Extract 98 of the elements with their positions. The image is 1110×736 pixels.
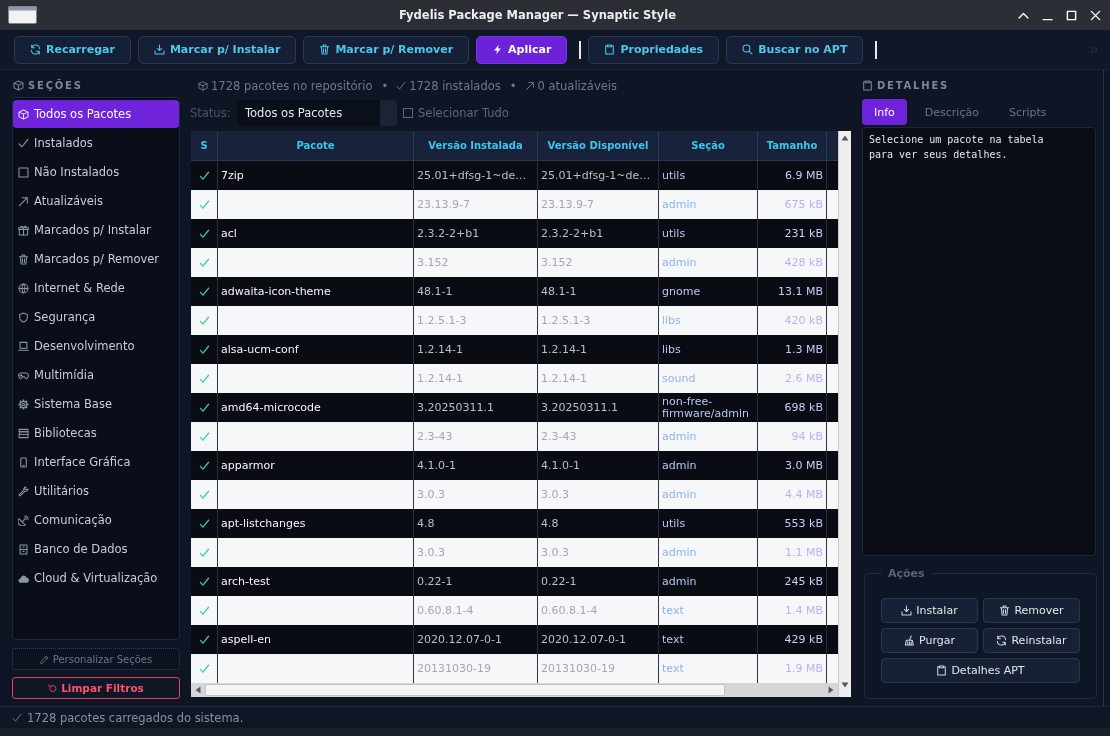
sidebar-item[interactable]: Interface Gráfica — [13, 448, 179, 476]
sidebar-item[interactable]: Banco de Dados — [13, 535, 179, 563]
sidebar-item[interactable]: Bibliotecas — [13, 419, 179, 447]
column-header[interactable]: Pacote — [218, 131, 414, 160]
search-apt-button[interactable]: Buscar no APT — [726, 35, 864, 64]
column-header[interactable]: Tamanho — [758, 131, 827, 160]
clipboard-icon — [936, 665, 948, 676]
box-icon — [18, 108, 29, 120]
sidebar-item[interactable]: Internet & Rede — [13, 274, 179, 302]
shield-icon — [18, 311, 29, 323]
column-header[interactable]: Versão Instalada — [414, 131, 538, 160]
remove-button[interactable]: Remover — [983, 598, 1080, 623]
trash-icon — [18, 253, 29, 265]
details-text-area: Selecione um pacote na tabela para ver seus detalhes. — [862, 127, 1096, 556]
globe-icon — [18, 282, 29, 294]
reinstall-button[interactable]: Reinstalar — [983, 628, 1080, 653]
sidebar-item[interactable]: Utilitários — [13, 477, 179, 505]
sidebar-item[interactable]: Multimídia — [13, 361, 179, 389]
sidebar-item[interactable]: Sistema Base — [13, 390, 179, 418]
status-text: 1728 pacotes carregados do sistema. — [27, 710, 244, 725]
gift-icon — [18, 224, 29, 236]
reset-icon — [48, 683, 58, 693]
window-icon — [8, 6, 37, 24]
clear-filters-button[interactable]: Limpar Filtros — [12, 677, 180, 699]
sidebar-item[interactable]: Marcados p/ Remover — [13, 245, 179, 273]
purge-button[interactable]: Purgar — [881, 628, 978, 653]
stats-text: 1728 instalados — [409, 79, 501, 93]
actions-title: Ações — [887, 567, 926, 580]
sidebar-item[interactable]: Segurança — [13, 303, 179, 331]
arrow-icon — [524, 81, 535, 91]
tab[interactable]: Descrição — [912, 99, 991, 125]
box-icon — [198, 81, 208, 91]
check-icon — [18, 137, 29, 149]
select-all-checkbox[interactable] — [403, 108, 413, 118]
check-icon — [396, 81, 407, 91]
stats-separator: • — [381, 79, 389, 93]
clipboard-icon — [862, 79, 873, 91]
sidebar-item[interactable]: Todos os Pacotes — [13, 100, 179, 128]
vertical-scrollbar[interactable] — [838, 131, 851, 697]
phone-icon — [18, 456, 29, 468]
right-arrow-icon[interactable] — [827, 686, 835, 694]
properties-button[interactable]: Propriedades — [588, 35, 720, 64]
trash-icon — [999, 605, 1011, 616]
clipboard-icon — [604, 44, 616, 55]
stats-separator: • — [509, 79, 517, 93]
satellite-icon — [18, 514, 29, 526]
box-icon — [13, 79, 24, 91]
refresh-icon — [30, 44, 41, 55]
tab[interactable]: Scripts — [996, 99, 1059, 125]
left-arrow-icon[interactable] — [194, 686, 202, 694]
tray-arrow-icon — [901, 605, 913, 616]
scroll-thumb[interactable] — [205, 684, 725, 696]
gear-icon — [18, 398, 29, 410]
horizontal-scrollbar[interactable] — [191, 683, 838, 697]
close-icon[interactable] — [1090, 9, 1101, 21]
install-button[interactable]: Instalar — [881, 598, 978, 623]
bolt-icon — [492, 44, 504, 55]
apt-details-button[interactable]: Detalhes APT — [881, 658, 1080, 683]
sidebar-item[interactable]: Marcados p/ Instalar — [13, 216, 179, 244]
books-icon — [18, 427, 29, 439]
apply-button[interactable]: Aplicar — [476, 35, 568, 64]
pencil-icon — [39, 654, 49, 664]
down-arrow-icon[interactable] — [841, 681, 849, 689]
wrench-icon — [18, 485, 29, 497]
reload-button[interactable]: Recarregar — [14, 35, 131, 64]
sidebar-item[interactable]: Instalados — [13, 129, 179, 157]
check-icon — [12, 712, 22, 723]
sidebar-item[interactable]: Desenvolvimento — [13, 332, 179, 360]
search-icon — [742, 44, 754, 55]
cabinet-icon — [18, 543, 29, 555]
tray-arrow-icon — [153, 44, 165, 55]
tab[interactable]: Info — [862, 99, 907, 125]
trash-icon — [319, 44, 331, 55]
details-title: DETALHES — [877, 79, 950, 91]
column-header[interactable]: S — [191, 131, 218, 160]
sidebar-item[interactable]: Atualizáveis — [13, 187, 179, 215]
refresh-icon — [996, 635, 1008, 646]
status-dropdown[interactable]: Todos os Pacotes — [237, 100, 397, 126]
mark-install-button[interactable]: Marcar p/ Instalar — [137, 35, 297, 64]
column-header[interactable]: Versão Disponível — [538, 131, 659, 160]
mark-remove-button[interactable]: Marcar p/ Remover — [303, 35, 470, 64]
maximize-icon[interactable] — [1066, 9, 1077, 21]
sidebar-item[interactable]: Não Instalados — [13, 158, 179, 186]
square-icon — [18, 166, 29, 178]
up-arrow-icon[interactable] — [841, 134, 849, 142]
gamepad-icon — [18, 369, 29, 381]
stats-text: 0 atualizáveis — [537, 79, 617, 93]
laptop-icon — [18, 340, 29, 352]
filter-label: Status: — [190, 106, 232, 120]
window-title: Fydelis Package Manager — Synaptic Style — [397, 8, 678, 22]
arrow-icon — [18, 195, 29, 207]
sidebar-item[interactable]: Cloud & Virtualização — [13, 564, 179, 592]
stats-text: 1728 pacotes no repositório — [211, 79, 373, 93]
customize-sections-button[interactable]: Personalizar Seções — [12, 648, 180, 670]
column-header[interactable]: Seção — [659, 131, 758, 160]
sidebar-item[interactable]: Comunicação — [13, 506, 179, 534]
broom-icon — [904, 635, 915, 646]
sidebar-title: SEÇÕES — [28, 79, 83, 91]
